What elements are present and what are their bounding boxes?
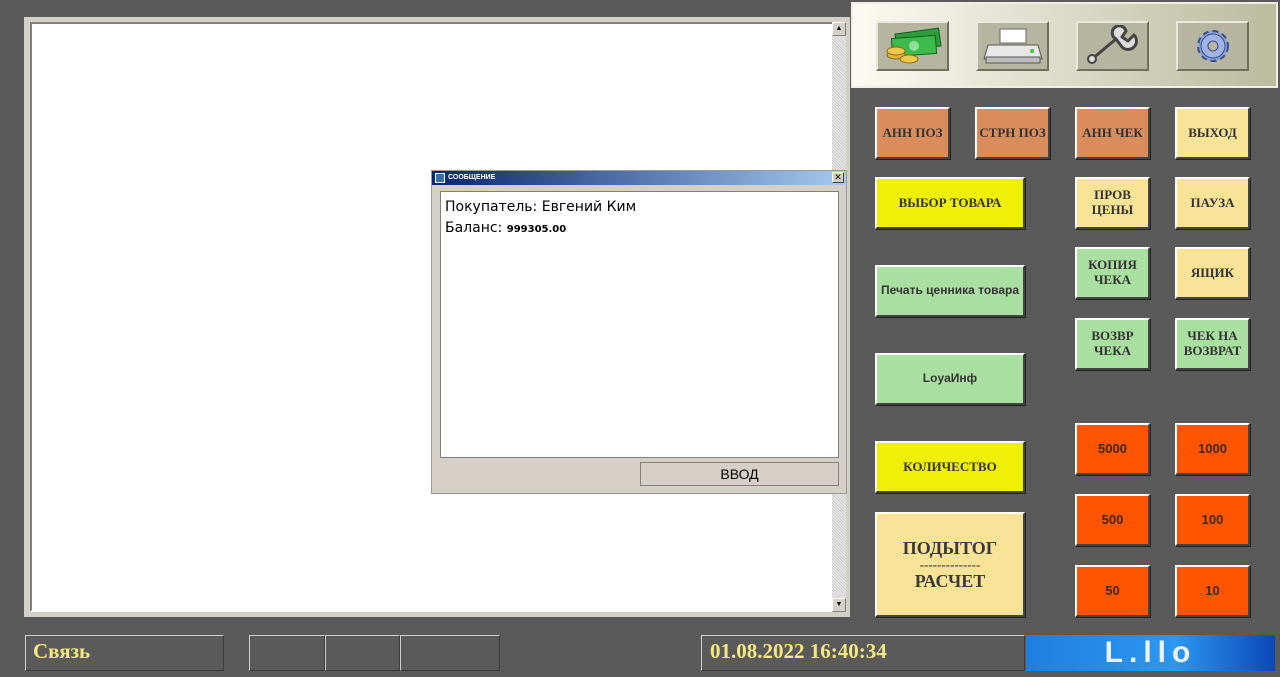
status-cell-1 [249, 635, 325, 671]
gear-icon [1196, 30, 1229, 62]
balance-value: 999305.00 [506, 224, 567, 235]
message-dialog: СООБЩЕНИЕ ✕ Покупатель: Евгений Ким Бала… [431, 170, 847, 494]
exit-button[interactable]: ВЫХОД [1175, 107, 1250, 159]
dialog-message: Покупатель: Евгений Ким Баланс: 999305.0… [440, 191, 839, 458]
balance-label: Баланс: [445, 220, 503, 236]
app-icon [435, 173, 445, 183]
scroll-up-button[interactable]: ▲ [832, 22, 846, 36]
price-check-label-1: ПРОВ [1094, 187, 1131, 203]
customer-name: Евгений Ким [541, 199, 637, 215]
payment-label: РАСЧЕТ [914, 570, 986, 591]
cash-drawer-button[interactable]: ЯЩИК [1175, 247, 1250, 299]
service-button[interactable] [1076, 21, 1149, 71]
connection-status: Связь [25, 635, 224, 671]
return-receipt-label-1: ВОЗВР [1091, 328, 1134, 344]
quantity-button[interactable]: КОЛИЧЕСТВО [875, 441, 1025, 493]
receipt-copy-label-2: ЧЕКА [1093, 272, 1132, 287]
amount-100-button[interactable]: 100 [1175, 494, 1250, 546]
select-product-button[interactable]: ВЫБОР ТОВАРА [875, 177, 1025, 229]
customer-label: Покупатель: [445, 199, 538, 215]
receipt-copy-label-1: КОПИЯ [1088, 257, 1137, 273]
reverse-item-button[interactable]: СТРН ПОЗ [975, 107, 1050, 159]
printer-icon [982, 28, 1043, 64]
cancel-item-button[interactable]: АНН ПОЗ [875, 107, 950, 159]
logo-text: L.llo [1104, 636, 1197, 669]
datetime-label: 01.08.2022 16:40:34 [710, 639, 887, 663]
customer-line: Покупатель: Евгений Ким [445, 197, 834, 218]
status-cell-3 [400, 635, 500, 671]
print-button[interactable] [976, 21, 1049, 71]
amount-10-button[interactable]: 10 [1175, 565, 1250, 617]
refund-receipt-label-2: ВОЗВРАТ [1183, 343, 1242, 358]
price-check-button[interactable]: ПРОВ ЦЕНЫ [1075, 177, 1150, 229]
return-receipt-label-2: ЧЕКА [1093, 343, 1132, 358]
cancel-receipt-button[interactable]: АНН ЧЕК [1075, 107, 1150, 159]
amount-5000-button[interactable]: 5000 [1075, 423, 1150, 475]
refund-receipt-label-1: ЧЕК НА [1187, 328, 1238, 344]
payment-button[interactable] [876, 21, 949, 71]
dialog-title: СООБЩЕНИЕ [448, 174, 496, 181]
loyalty-info-button[interactable]: LoyaИнф [875, 353, 1025, 405]
enter-button[interactable]: ВВОД [640, 462, 839, 486]
receipt-copy-button[interactable]: КОПИЯ ЧЕКА [1075, 247, 1150, 299]
money-icon [886, 27, 942, 64]
brand-logo: L.llo [1026, 635, 1275, 671]
print-price-tag-button[interactable]: Печать ценника товара [875, 265, 1025, 317]
datetime-display: 01.08.2022 16:40:34 [701, 635, 1025, 671]
connection-label: Связь [33, 639, 91, 663]
refund-receipt-button[interactable]: ЧЕК НА ВОЗВРАТ [1175, 318, 1250, 370]
wrench-icon [1086, 25, 1138, 64]
scroll-down-button[interactable]: ▼ [832, 598, 846, 612]
amount-50-button[interactable]: 50 [1075, 565, 1150, 617]
balance-line: Баланс: 999305.00 [445, 218, 834, 240]
amount-500-button[interactable]: 500 [1075, 494, 1150, 546]
subtotal-label: ПОДЫТОГ [902, 537, 998, 558]
dialog-titlebar[interactable]: СООБЩЕНИЕ ✕ [432, 171, 846, 185]
return-receipt-button[interactable]: ВОЗВР ЧЕКА [1075, 318, 1150, 370]
close-button[interactable]: ✕ [832, 172, 844, 183]
price-check-label-2: ЦЕНЫ [1091, 202, 1134, 217]
pause-button[interactable]: ПАУЗА [1175, 177, 1250, 229]
subtotal-payment-button[interactable]: ПОДЫТОГ -------------- РАСЧЕТ [875, 512, 1025, 617]
settings-button[interactable] [1176, 21, 1249, 71]
amount-1000-button[interactable]: 1000 [1175, 423, 1250, 475]
top-toolbar [851, 2, 1278, 88]
status-cell-2 [325, 635, 400, 671]
separator-label: -------------- [919, 556, 981, 572]
